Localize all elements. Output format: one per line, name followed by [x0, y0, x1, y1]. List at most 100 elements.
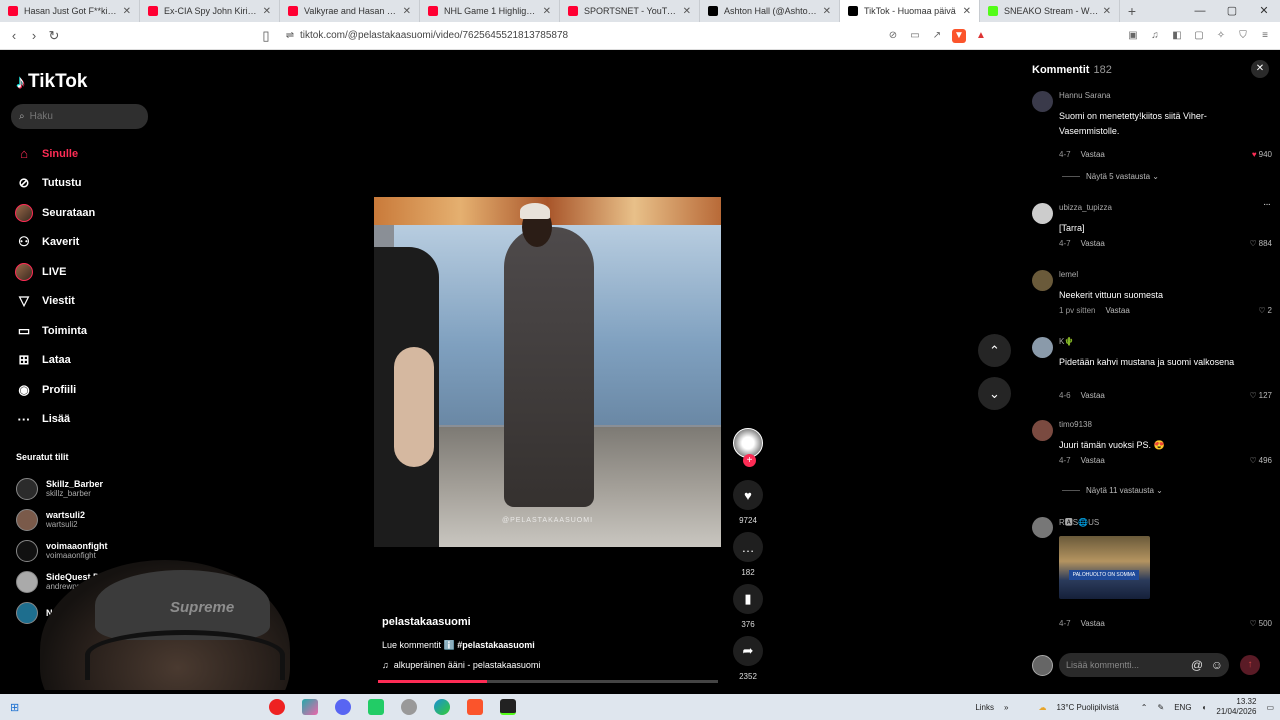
heart-icon[interactable]: ♡ — [1249, 391, 1256, 400]
comment-action[interactable]: … 182 — [733, 532, 763, 577]
commenter-avatar[interactable] — [1032, 420, 1053, 441]
split-view-icon[interactable]: ◧ — [1170, 29, 1184, 43]
show-replies-button-2[interactable]: Näytä 11 vastausta ⌄ — [1062, 486, 1163, 495]
sidebar-item-lisää[interactable]: ··· Lisää — [14, 405, 95, 435]
reply-button[interactable]: Vastaa — [1081, 619, 1105, 628]
sidebar-item-profiili[interactable]: ◉ Profiili — [14, 375, 95, 405]
emoji-icon[interactable]: ☺ — [1211, 653, 1223, 677]
phone-link-icon[interactable] — [368, 699, 385, 715]
commenter-avatar[interactable] — [1032, 517, 1053, 538]
sidebar-item-sinulle[interactable]: ⌂ Sinulle — [14, 139, 95, 169]
tab-close-icon[interactable]: ✕ — [543, 6, 551, 17]
reply-button[interactable]: Vastaa — [1105, 306, 1129, 315]
brave-icon[interactable] — [467, 699, 484, 715]
sidebar-item-viestit[interactable]: ▽ Viestit — [14, 287, 95, 317]
tab-close-icon[interactable]: ✕ — [1103, 6, 1111, 17]
sidebar-item-live[interactable]: LIVE — [14, 257, 95, 287]
save-action[interactable]: ▮ 376 — [733, 584, 763, 629]
bookmark-icon[interactable]: ▯ — [256, 28, 276, 44]
heart-icon[interactable]: ♡ — [1249, 456, 1256, 465]
commenter-name[interactable]: Hannu Sarana — [1059, 91, 1111, 100]
comment-likes[interactable]: ♡ 496 — [1249, 456, 1272, 465]
vpn-icon[interactable]: ⛉ — [1236, 29, 1250, 43]
reply-button[interactable]: Vastaa — [1081, 239, 1105, 248]
back-icon[interactable]: ‹ — [4, 28, 24, 43]
comment-input[interactable]: Lisää kommentti... @ ☺ — [1059, 653, 1229, 677]
caption-hashtag[interactable]: #pelastakaasuomi — [457, 640, 535, 650]
comment-likes[interactable]: ♡ 2 — [1258, 306, 1272, 315]
share-icon[interactable]: ↗ — [930, 29, 944, 43]
search-box[interactable]: ⌕ — [11, 104, 148, 129]
copilot-icon[interactable] — [302, 699, 319, 715]
wallet-icon[interactable]: ▢ — [1192, 29, 1206, 43]
followed-account[interactable]: Skillz_Barber skillz_barber — [16, 473, 115, 504]
commenter-avatar[interactable] — [1032, 270, 1053, 291]
tab-close-icon[interactable]: ✕ — [123, 6, 131, 17]
commenter-name[interactable]: K🌵 — [1059, 337, 1074, 346]
recording-app-icon[interactable] — [269, 699, 286, 715]
mention-icon[interactable]: @ — [1191, 653, 1203, 677]
share-action[interactable]: ➦ 2352 — [733, 636, 763, 681]
sidebar-icon[interactable]: ▣ — [1126, 29, 1140, 43]
reply-button[interactable]: Vastaa — [1081, 150, 1105, 159]
follow-plus-icon[interactable]: + — [743, 454, 756, 467]
heart-icon[interactable]: ♡ — [1249, 239, 1256, 248]
bookmark-icon[interactable]: ▮ — [733, 584, 763, 614]
comment-likes[interactable]: ♡ 500 — [1249, 619, 1272, 628]
sidebar-item-seurataan[interactable]: Seurataan — [14, 198, 95, 228]
close-window-icon[interactable]: ✕ — [1248, 0, 1280, 22]
browser-tab[interactable]: SPORTSNET - YouTube ✕ — [560, 0, 700, 22]
discord-icon[interactable] — [335, 699, 352, 715]
commenter-avatar[interactable] — [1032, 337, 1053, 358]
heart-icon[interactable]: ♡ — [1258, 306, 1265, 315]
vpn-app-icon[interactable] — [401, 699, 418, 715]
creator-avatar[interactable]: + — [733, 428, 763, 467]
brave-shield-icon[interactable]: ▼ — [952, 29, 966, 43]
speaker-icon[interactable]: ◖ — [1202, 703, 1207, 712]
chevron-right-icon[interactable]: » — [1004, 703, 1008, 712]
followed-account[interactable]: wartsuli2 wartsuli2 — [16, 504, 115, 535]
cast-icon[interactable]: ▭ — [908, 29, 922, 43]
tab-close-icon[interactable]: ✕ — [823, 6, 831, 17]
edge-icon[interactable] — [434, 699, 451, 715]
comment-image[interactable]: PALOHUOLTO ON SOMMA — [1059, 536, 1150, 599]
like-action[interactable]: ♥ 9724 — [733, 480, 763, 525]
menu-icon[interactable]: ≡ — [1258, 29, 1272, 43]
comment-likes[interactable]: ♡ 127 — [1249, 391, 1272, 400]
links-toolbar[interactable]: Links — [975, 703, 994, 712]
next-video-button[interactable]: ⌄ — [978, 377, 1011, 410]
notifications-icon[interactable]: ▭ — [1266, 703, 1274, 712]
comment-icon[interactable]: … — [733, 532, 763, 562]
commenter-name[interactable]: ubizza_tupizza — [1059, 203, 1112, 212]
browser-tab[interactable]: Ex-CIA Spy John Kiriakou on fa ✕ — [140, 0, 280, 22]
commenter-name[interactable]: lemel — [1059, 270, 1078, 279]
kick-app-icon[interactable] — [500, 699, 517, 715]
site-info-icon[interactable]: ⇌ — [280, 30, 300, 41]
windows-start-icon[interactable]: ⊞ — [10, 701, 19, 714]
clock[interactable]: 13.32 21/04/2026 — [1216, 697, 1256, 717]
video-player[interactable]: @PELASTAKAASUOMI — [374, 197, 721, 547]
share-arrow-icon[interactable]: ➦ — [733, 636, 763, 666]
heart-icon[interactable]: ♥ — [1252, 150, 1257, 159]
commenter-name[interactable]: R🅰S🌐US — [1059, 517, 1099, 528]
sidebar-item-lataa[interactable]: ⊞ Lataa — [14, 346, 95, 376]
minimize-icon[interactable]: — — [1184, 0, 1216, 22]
browser-tab[interactable]: SNEAKO Stream - Watch Live ✕ — [980, 0, 1120, 22]
tab-close-icon[interactable]: ✕ — [263, 6, 271, 17]
previous-video-button[interactable]: ⌃ — [978, 334, 1011, 367]
comment-more-icon[interactable]: ··· — [1263, 199, 1271, 210]
reply-button[interactable]: Vastaa — [1081, 391, 1105, 400]
pen-icon[interactable]: ✎ — [1158, 703, 1165, 712]
commenter-avatar[interactable] — [1032, 91, 1053, 112]
tray-expand-icon[interactable]: ⌃ — [1141, 703, 1148, 712]
browser-tab[interactable]: Hasan Just Got F**king Humilia ✕ — [0, 0, 140, 22]
send-comment-button[interactable]: ↑ — [1240, 655, 1260, 675]
comment-likes[interactable]: ♥ 940 — [1252, 150, 1272, 159]
commenter-avatar[interactable] — [1032, 203, 1053, 224]
new-tab-button[interactable]: + — [1120, 0, 1144, 22]
rewards-icon[interactable]: ▲ — [974, 29, 988, 43]
browser-tab[interactable]: TikTok - Huomaa päivä ✕ — [840, 0, 980, 22]
close-icon[interactable]: ✕ — [1251, 60, 1269, 78]
language-indicator[interactable]: ENG — [1174, 703, 1191, 712]
reply-button[interactable]: Vastaa — [1081, 456, 1105, 465]
